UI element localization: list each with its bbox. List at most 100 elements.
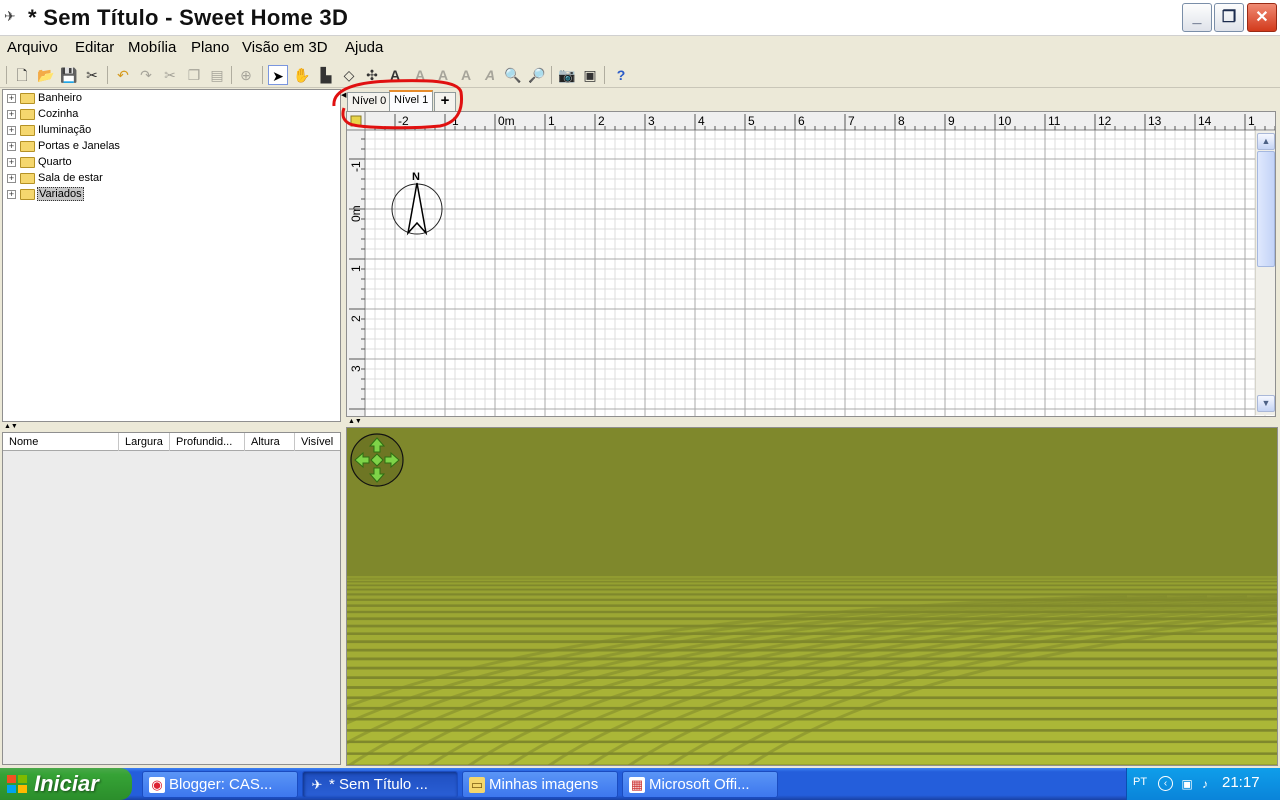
ruler-x-label: 1 (1248, 114, 1255, 128)
column-nome[interactable]: Nome (3, 433, 119, 451)
toolbar-separator (604, 66, 605, 84)
menu-visao-3d[interactable]: Visão em 3D (242, 39, 328, 56)
split-collapse-icon[interactable]: ▲▼ (4, 423, 18, 430)
plan-vertical-scrollbar[interactable]: ▲ ▼ (1255, 131, 1275, 415)
task-sweet-home-3d[interactable]: ✈ * Sem Título ... (302, 771, 458, 798)
sweethome-icon: ✈ (311, 777, 323, 792)
expand-icon[interactable]: + (7, 109, 16, 119)
plan-view[interactable]: -2 -1 0m 1 2 3 4 5 6 7 8 9 10 11 12 13 14 1 -1 0m 1 2 3 N (346, 111, 1276, 417)
minimize-button[interactable]: _ (1182, 3, 1212, 32)
expand-icon[interactable]: + (7, 189, 16, 199)
ruler-x-label: 6 (798, 114, 805, 128)
preferences-icon[interactable]: ✂ (82, 65, 102, 85)
catalog-category[interactable]: + Sala de estar (7, 172, 104, 188)
folder-icon: ▭ (469, 777, 485, 793)
expand-icon[interactable]: + (7, 93, 16, 103)
clock[interactable]: 21:17 (1222, 774, 1260, 791)
windows-taskbar: Iniciar ◉ Blogger: CAS... ✈ * Sem Título .… (0, 768, 1280, 800)
ruler-y-label: 2 (349, 315, 363, 322)
save-icon[interactable]: 💾 (59, 65, 79, 85)
column-altura[interactable]: Altura (245, 433, 295, 451)
task-microsoft-office[interactable]: ▦ Microsoft Offi... (622, 771, 778, 798)
ground-stripe (347, 688, 1277, 697)
select-icon[interactable]: ➤ (268, 65, 288, 85)
ground-stripe (347, 579, 1277, 582)
ruler-y-label: 3 (349, 365, 363, 372)
task-minhas-imagens[interactable]: ▭ Minhas imagens (462, 771, 618, 798)
open-icon[interactable]: 📂 (36, 65, 56, 85)
show-hidden-icons-icon[interactable]: ‹ (1158, 776, 1173, 791)
3d-ground-canvas[interactable] (347, 428, 1278, 766)
close-button[interactable]: ✕ (1247, 3, 1277, 32)
menu-plano[interactable]: Plano (191, 39, 229, 56)
plan-canvas[interactable]: -2 -1 0m 1 2 3 4 5 6 7 8 9 10 11 12 13 14 1-10m123N (347, 112, 1276, 417)
catalog-category[interactable]: + Iluminação (7, 124, 92, 140)
menu-mobilia[interactable]: Mobília (128, 39, 176, 56)
zoom-in-icon[interactable]: 🔍 (503, 65, 523, 85)
catalog-category[interactable]: + Banheiro (7, 92, 83, 108)
catalog-category[interactable]: + Quarto (7, 156, 73, 172)
column-largura[interactable]: Largura (119, 433, 170, 451)
chrome-icon: ◉ (149, 777, 165, 793)
paste-icon[interactable]: ▤ (207, 65, 227, 85)
toolbar-separator (107, 66, 108, 84)
windows-logo-icon (7, 775, 27, 793)
catalog-category-selected[interactable]: + Variados (7, 187, 84, 204)
menu-arquivo[interactable]: Arquivo (7, 39, 58, 56)
ruler-x-label: 7 (848, 114, 855, 128)
split-collapse-icon[interactable]: ▲▼ (348, 418, 362, 425)
menu-editar[interactable]: Editar (75, 39, 114, 56)
help-icon[interactable]: ? (611, 65, 631, 85)
maximize-button[interactable]: ❐ (1214, 3, 1244, 32)
ruler-y-label: 0m (349, 205, 363, 222)
task-blogger[interactable]: ◉ Blogger: CAS... (142, 771, 298, 798)
cut-icon[interactable]: ✂ (160, 65, 180, 85)
scroll-down-icon[interactable]: ▼ (1257, 395, 1275, 412)
column-profundidade[interactable]: Profundid... (170, 433, 245, 451)
add-furniture-icon[interactable]: ⊕ (236, 65, 256, 85)
scroll-thumb[interactable] (1257, 151, 1275, 267)
expand-icon[interactable]: + (7, 125, 16, 135)
furniture-catalog-tree[interactable]: + Banheiro + Cozinha + Iluminação + Portas e… (2, 89, 341, 422)
zoom-out-icon[interactable]: 🔎 (527, 65, 547, 85)
compass-north-label: N (412, 171, 420, 183)
language-indicator[interactable]: PT (1133, 776, 1147, 788)
ground-stripe (347, 754, 1277, 765)
new-icon[interactable]: 🗋 (12, 65, 32, 85)
toolbar-separator (231, 66, 232, 84)
menu-bar: Arquivo Editar Mobília Plano Visão em 3D… (0, 37, 1280, 60)
ground-stripe (347, 576, 1277, 577)
pan-icon[interactable]: ✋ (292, 65, 312, 85)
ruler-x-label: 12 (1098, 114, 1112, 128)
network-icon[interactable]: ▣ (1179, 776, 1195, 792)
plan-background (365, 130, 1275, 416)
catalog-category[interactable]: + Portas e Janelas (7, 140, 121, 156)
ground-stripe (347, 577, 1277, 579)
create-photo-icon[interactable]: 📷 (557, 65, 577, 85)
maximize-icon: ❐ (1221, 9, 1237, 26)
menu-ajuda[interactable]: Ajuda (345, 39, 383, 56)
copy-icon[interactable]: ❐ (184, 65, 204, 85)
column-visivel[interactable]: Visível (295, 433, 340, 451)
scroll-up-icon[interactable]: ▲ (1257, 133, 1275, 150)
create-video-icon[interactable]: ▣ (580, 65, 600, 85)
start-label: Iniciar (34, 771, 99, 796)
furniture-table[interactable]: Nome Largura Profundid... Altura Visível (2, 432, 341, 765)
3d-view[interactable] (346, 427, 1278, 766)
furniture-table-header: Nome Largura Profundid... Altura Visível (3, 433, 340, 451)
toolbar-separator (262, 66, 263, 84)
ruler-y-label: -1 (349, 161, 363, 172)
expand-icon[interactable]: + (7, 141, 16, 151)
app-icon[interactable]: ✈ (4, 8, 22, 26)
toolbar-separator (6, 66, 7, 84)
volume-icon[interactable]: ♪ (1197, 776, 1213, 792)
text-style-italic-icon[interactable]: A (480, 65, 500, 85)
redo-icon[interactable]: ↷ (136, 65, 156, 85)
catalog-category[interactable]: + Cozinha (7, 108, 79, 124)
expand-icon[interactable]: + (7, 173, 16, 183)
close-icon: ✕ (1255, 9, 1269, 26)
expand-icon[interactable]: + (7, 157, 16, 167)
ruler-x-label: 11 (1048, 114, 1061, 128)
undo-icon[interactable]: ↶ (113, 65, 133, 85)
start-button[interactable]: Iniciar (0, 768, 132, 800)
